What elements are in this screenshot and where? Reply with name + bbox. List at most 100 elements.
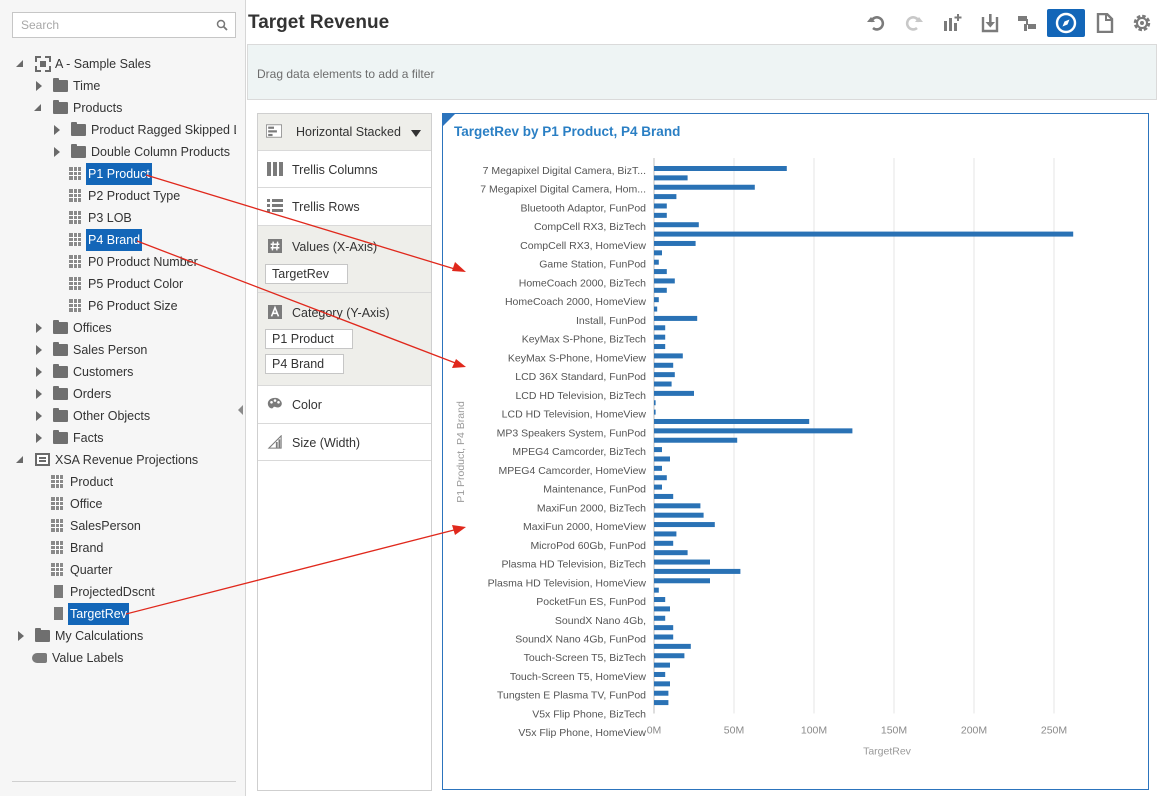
tree-node-orders[interactable]: Orders	[34, 383, 234, 405]
category-pill-p1-product[interactable]: P1 Product	[265, 329, 353, 349]
measure-icon	[54, 607, 63, 620]
expand-icon[interactable]	[34, 339, 44, 361]
explore-button[interactable]	[1047, 9, 1085, 37]
tree-node-facts[interactable]: Facts	[34, 427, 234, 449]
folder-icon	[53, 364, 68, 378]
divider	[12, 781, 236, 782]
expand-icon[interactable]	[52, 119, 62, 141]
tree-label: P0 Product Number	[88, 255, 198, 269]
trellis-rows-section[interactable]: Trellis Rows	[258, 188, 431, 226]
visualization-canvas[interactable]: TargetRev by P1 Product, P4 Brand 0M 50M 1…	[442, 113, 1149, 790]
folder-icon	[53, 100, 68, 114]
bar	[654, 559, 710, 565]
tree-node-xsa-salesperson[interactable]: SalesPerson	[51, 515, 201, 537]
tree-node-p5-product-color[interactable]: P5 Product Color	[69, 273, 219, 295]
expand-icon[interactable]	[52, 141, 62, 163]
bar	[654, 315, 698, 321]
tree-node-products[interactable]: Products	[34, 97, 239, 119]
expand-icon[interactable]	[34, 361, 44, 383]
values-pill-targetrev[interactable]: TargetRev	[265, 264, 348, 284]
bar	[654, 400, 656, 406]
tree-node-xsa[interactable]: XSA Revenue Projections	[16, 449, 241, 471]
export-button[interactable]	[977, 10, 1003, 36]
tree-node-customers[interactable]: Customers	[34, 361, 234, 383]
column-icon	[69, 167, 81, 180]
tree-node-xsa-brand[interactable]: Brand	[51, 537, 201, 559]
search-box[interactable]	[12, 12, 236, 38]
tree-node-my-calculations[interactable]: My Calculations	[16, 625, 241, 647]
tree-node-p2-product-type[interactable]: P2 Product Type	[69, 185, 219, 207]
chart-type-dropdown[interactable]: Horizontal Stacked	[258, 114, 431, 151]
column-icon	[69, 255, 81, 268]
y-category-label: Tungsten E Plasma TV, FunPod	[497, 690, 646, 702]
expand-icon[interactable]	[34, 405, 44, 427]
tree-label: SalesPerson	[70, 519, 141, 533]
folder-icon	[71, 144, 86, 158]
settings-button[interactable]	[1129, 10, 1155, 36]
tree-node-sales-person[interactable]: Sales Person	[34, 339, 234, 361]
tree-node-xsa-product[interactable]: Product	[51, 471, 201, 493]
collapse-icon[interactable]	[34, 97, 44, 119]
bar	[654, 503, 701, 509]
export-icon	[981, 14, 999, 33]
collapse-icon[interactable]	[16, 449, 26, 471]
y-category-label: Plasma HD Television, BizTech	[501, 559, 646, 571]
search-input[interactable]	[13, 13, 203, 37]
expand-icon[interactable]	[34, 383, 44, 405]
narrate-button[interactable]	[1092, 10, 1118, 36]
expand-icon[interactable]	[34, 317, 44, 339]
color-section[interactable]: Color	[258, 386, 431, 424]
filter-bar[interactable]: Drag data elements to add a filter	[247, 44, 1157, 100]
category-pill-p4-brand[interactable]: P4 Brand	[265, 354, 344, 374]
undo-button[interactable]	[863, 10, 889, 36]
collapse-pane-icon[interactable]	[238, 405, 243, 415]
tree-node-p1-product[interactable]: P1 Product	[69, 163, 219, 185]
column-icon	[69, 233, 81, 246]
data-set-icon	[35, 453, 50, 466]
bar	[654, 250, 662, 256]
tree-node-xsa-targetrev[interactable]: TargetRev	[54, 603, 204, 625]
gear-icon	[1133, 14, 1151, 32]
bar	[654, 475, 667, 481]
tree-node-offices[interactable]: Offices	[34, 317, 234, 339]
search-icon[interactable]	[216, 19, 228, 31]
category-y-axis-section[interactable]: Category (Y-Axis) P1 Product P4 Brand	[258, 293, 431, 386]
tree-node-value-labels[interactable]: Value Labels	[32, 647, 232, 669]
tree-node-p0-product-number[interactable]: P0 Product Number	[69, 251, 219, 273]
tree-node-other-objects[interactable]: Other Objects	[34, 405, 234, 427]
tree-label: P5 Product Color	[88, 277, 184, 291]
tree-label: Office	[70, 497, 103, 511]
tree-node-time[interactable]: Time	[34, 75, 239, 97]
tree-label: Other Objects	[73, 409, 151, 423]
redo-button[interactable]	[901, 10, 927, 36]
expand-icon[interactable]	[34, 75, 44, 97]
tree-node-product-ragged[interactable]: Product Ragged Skipped L	[52, 119, 236, 141]
y-category-label: CompCell RX3, BizTech	[534, 221, 646, 233]
bar	[654, 568, 741, 574]
tree-node-xsa-projecteddscnt[interactable]: ProjectedDscnt	[54, 581, 204, 603]
expand-icon[interactable]	[34, 427, 44, 449]
values-x-axis-section[interactable]: Values (X-Axis) TargetRev	[258, 226, 431, 293]
y-category-label: LCD HD Television, BizTech	[515, 390, 646, 402]
compass-icon	[1055, 12, 1077, 34]
tree-node-p6-product-size[interactable]: P6 Product Size	[69, 295, 219, 317]
x-tick-label: 0M	[647, 724, 662, 736]
data-diagram-button[interactable]	[1014, 10, 1040, 36]
size-width-section[interactable]: Size (Width)	[258, 424, 431, 461]
add-visualization-button[interactable]	[939, 10, 965, 36]
bar	[654, 587, 659, 593]
tree-node-sample-sales[interactable]: A - Sample Sales	[16, 53, 241, 75]
collapse-icon[interactable]	[16, 53, 26, 75]
tree-node-xsa-office[interactable]: Office	[51, 493, 201, 515]
tree-node-p3-lob[interactable]: P3 LOB	[69, 207, 219, 229]
trellis-columns-section[interactable]: Trellis Columns	[258, 151, 431, 188]
bar-chart[interactable]: 0M 50M 100M 150M 200M 250M 7 Megapixel Digital…	[443, 114, 1148, 789]
trellis-rows-icon	[267, 199, 283, 212]
bar	[654, 212, 667, 218]
bar	[654, 353, 683, 359]
expand-icon[interactable]	[16, 625, 26, 647]
tree-node-double-column[interactable]: Double Column Products	[52, 141, 236, 163]
tree-node-xsa-quarter[interactable]: Quarter	[51, 559, 201, 581]
tree-node-p4-brand[interactable]: P4 Brand	[69, 229, 219, 251]
bar	[654, 653, 685, 659]
